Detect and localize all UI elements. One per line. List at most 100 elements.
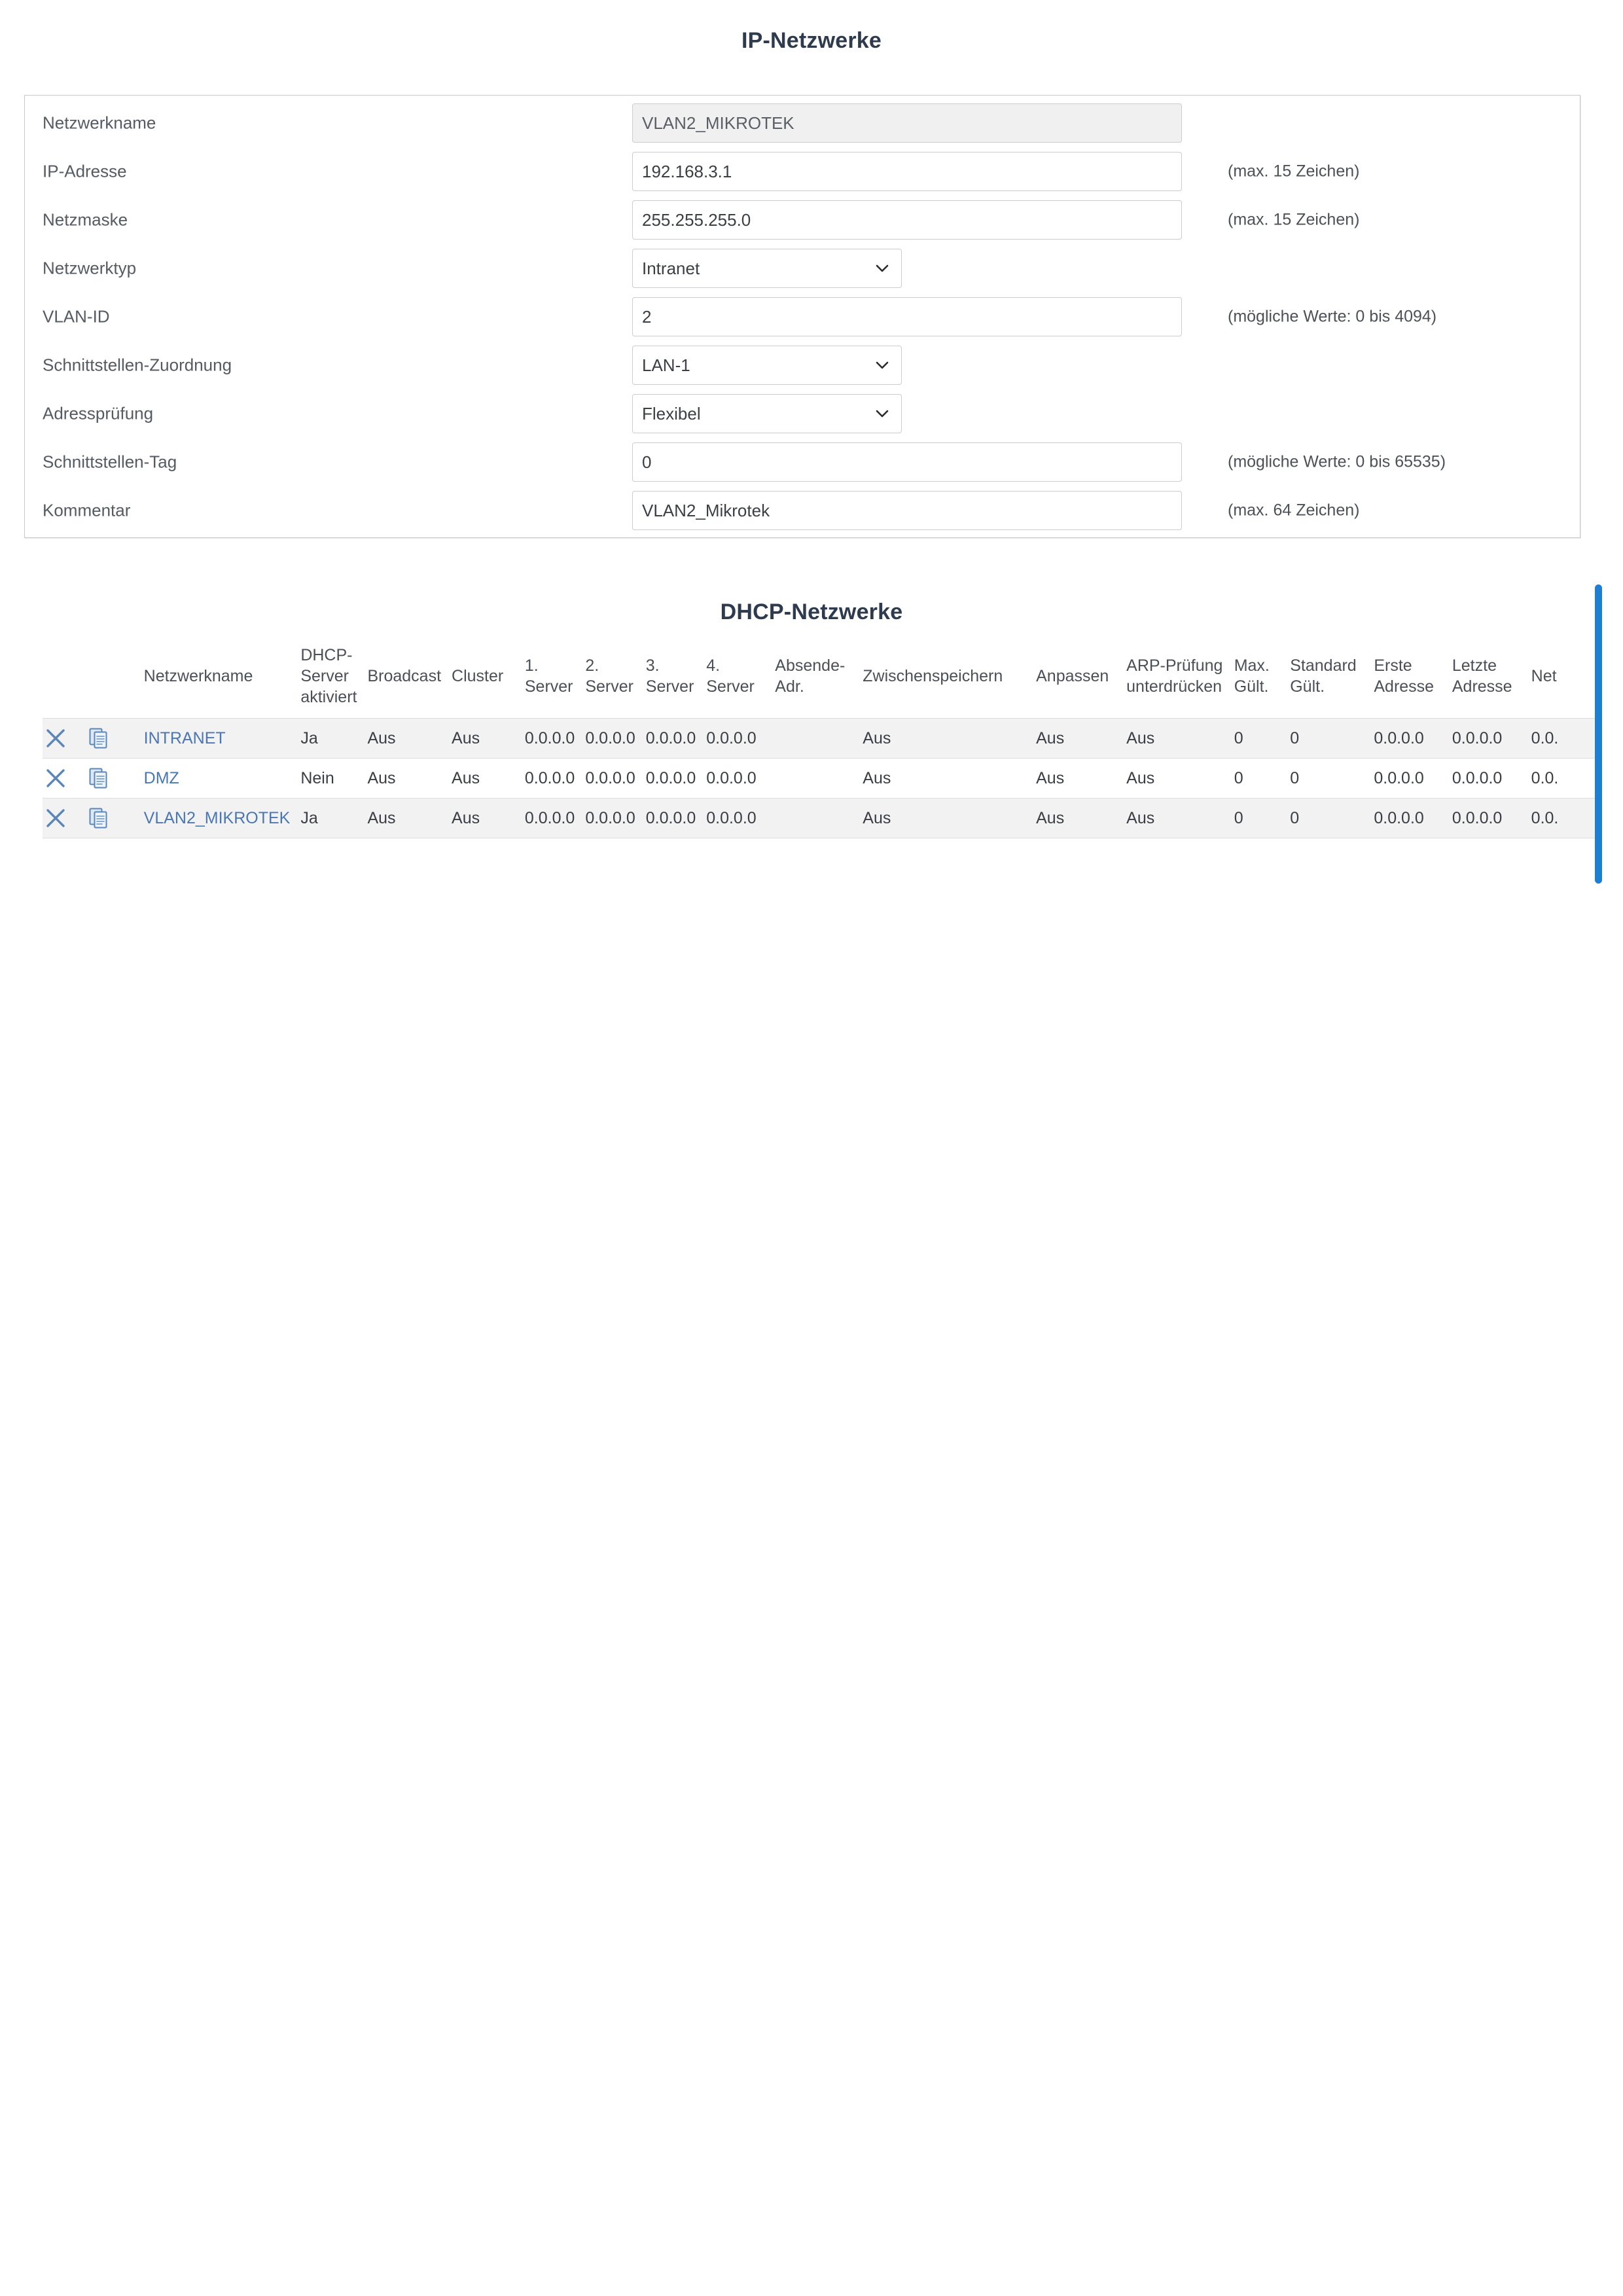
network-name-link[interactable]: DMZ <box>144 769 179 787</box>
field-label: Kommentar <box>43 500 131 520</box>
field-label: Schnittstellen-Zuordnung <box>43 355 232 375</box>
field-control-wrapper: VLAN2_MIKROTEK <box>632 103 1182 143</box>
table-row[interactable]: INTRANET Ja Aus Aus 0.0.0.0 0.0.0.0 0.0.0.0 0.0… <box>43 718 1602 759</box>
close-x-icon[interactable] <box>43 765 69 791</box>
cell-max_valid: 0 <box>1234 808 1243 827</box>
col-header-srv1: 1. Server <box>525 645 585 719</box>
col-header-line: Netzwerkname <box>143 667 253 685</box>
col-header-cache: Zwischenspeichern <box>863 645 1036 719</box>
col-header-first_addr: Erste Adresse <box>1374 645 1452 719</box>
delete-row-button[interactable] <box>43 759 85 798</box>
col-header-netmask: Net <box>1531 645 1602 719</box>
col-header-sender: Absende- Adr. <box>775 645 863 719</box>
chevron-down-icon <box>875 406 889 421</box>
cell-first_addr: 0.0.0.0 <box>1374 728 1424 747</box>
col-header-line: DHCP- <box>300 646 353 664</box>
dhcp-table-body: INTRANET Ja Aus Aus 0.0.0.0 0.0.0.0 0.0.0.0 0.0… <box>43 718 1602 838</box>
dhcp-table-header: Netzwerkname DHCP- Server aktiviert Broadcas… <box>43 645 1602 719</box>
cell-srv3: 0.0.0.0 <box>645 768 696 787</box>
vertical-scrollbar[interactable] <box>1595 584 1602 884</box>
cell-name[interactable]: INTRANET <box>130 719 301 759</box>
netzmaske-input[interactable]: 255.255.255.0 <box>632 200 1182 240</box>
field-label: Netzwerktyp <box>43 258 137 278</box>
duplicate-row-button[interactable] <box>85 719 130 759</box>
copy-duplicate-icon[interactable] <box>85 725 111 751</box>
table-row[interactable]: VLAN2_MIKROTEK Ja Aus Aus 0.0.0.0 0.0.0.0 0.0.… <box>43 798 1602 838</box>
duplicate-row-button[interactable] <box>85 759 130 798</box>
field-control-wrapper: Intranet <box>632 249 902 288</box>
adresspr-fung-select[interactable]: Flexibel <box>632 394 902 433</box>
form-row-netzwerktyp: Netzwerktyp Intranet <box>25 244 1580 293</box>
dhcp-networks-table: Netzwerkname DHCP- Server aktiviert Broadcas… <box>43 645 1602 838</box>
col-header-copy-action <box>85 645 130 719</box>
col-header-srv3: 3. Server <box>646 645 706 719</box>
col-header-srv2: 2. Server <box>585 645 645 719</box>
duplicate-row-button[interactable] <box>85 798 130 838</box>
col-header-line: Broadcast <box>367 667 442 685</box>
cell-broadcast: Aus <box>367 808 396 827</box>
col-header-line: Gült. <box>1290 677 1325 696</box>
copy-duplicate-icon[interactable] <box>85 805 111 831</box>
kommentar-input[interactable]: VLAN2_Mikrotek <box>632 491 1182 530</box>
field-control-wrapper: 192.168.3.1 <box>632 152 1182 191</box>
delete-row-button[interactable] <box>43 719 85 759</box>
schnittstellen-tag-input[interactable]: 0 <box>632 442 1182 482</box>
field-label: Schnittstellen-Tag <box>43 452 177 472</box>
field-control-wrapper: VLAN2_Mikrotek <box>632 491 1182 530</box>
form-row-schnittstellen-zuordnung: Schnittstellen-Zuordnung LAN-1 <box>25 341 1580 389</box>
select-value: Intranet <box>642 259 700 278</box>
cell-cache: Aus <box>863 768 891 787</box>
ip-adresse-input[interactable]: 192.168.3.1 <box>632 152 1182 191</box>
col-header-line: 1. <box>524 656 539 675</box>
dhcp-table-scroll-viewport[interactable]: Netzwerkname DHCP- Server aktiviert Broadcas… <box>0 645 1602 870</box>
cell-name[interactable]: DMZ <box>130 759 301 798</box>
col-header-line: Anpassen <box>1036 667 1109 685</box>
field-label: VLAN-ID <box>43 306 110 327</box>
cell-max_valid: 0 <box>1234 768 1243 787</box>
cell-first_addr: 0.0.0.0 <box>1374 808 1424 827</box>
cell-arp: Aus <box>1126 768 1155 787</box>
col-header-adapt: Anpassen <box>1036 645 1126 719</box>
network-name-link[interactable]: VLAN2_MIKROTEK <box>144 809 291 827</box>
cell-netmask: 0.0. <box>1531 768 1559 787</box>
field-control-wrapper: 2 <box>632 297 1182 336</box>
form-row-netzwerkname: Netzwerkname VLAN2_MIKROTEK <box>25 99 1580 147</box>
form-row-kommentar: Kommentar VLAN2_Mikrotek (max. 64 Zeichen) <box>25 486 1580 535</box>
netzwerktyp-select[interactable]: Intranet <box>632 249 902 288</box>
cell-srv2: 0.0.0.0 <box>585 728 635 747</box>
col-header-line: unterdrücken <box>1126 677 1222 696</box>
col-header-line: Standard <box>1290 656 1357 675</box>
cell-srv4: 0.0.0.0 <box>706 808 757 827</box>
delete-row-button[interactable] <box>43 798 85 838</box>
table-row[interactable]: DMZ Nein Aus Aus 0.0.0.0 0.0.0.0 0.0.0.0 0.0.0.… <box>43 758 1602 798</box>
cell-srv1: 0.0.0.0 <box>524 728 575 747</box>
cell-adapt: Aus <box>1036 728 1065 747</box>
netzwerkname-input: VLAN2_MIKROTEK <box>632 103 1182 143</box>
col-header-line: 3. <box>645 656 660 675</box>
form-row-ip-adresse: IP-Adresse 192.168.3.1 (max. 15 Zeichen) <box>25 147 1580 196</box>
network-name-link[interactable]: INTRANET <box>144 729 226 747</box>
col-header-std_valid: Standard Gült. <box>1290 645 1374 719</box>
cell-sender <box>775 719 863 759</box>
cell-dhcp_on: Ja <box>300 808 318 827</box>
cell-cache: Aus <box>863 728 891 747</box>
cell-name[interactable]: VLAN2_MIKROTEK <box>130 798 301 838</box>
copy-duplicate-icon[interactable] <box>85 765 111 791</box>
col-header-line: Server <box>585 677 633 696</box>
cell-sender <box>775 759 863 798</box>
col-header-line: Absende- <box>775 656 846 675</box>
col-header-delete-action <box>43 645 85 719</box>
close-x-icon[interactable] <box>43 805 69 831</box>
col-header-line: Erste <box>1374 656 1412 675</box>
schnittstellen-zuordnung-select[interactable]: LAN-1 <box>632 346 902 385</box>
cell-srv3: 0.0.0.0 <box>645 808 696 827</box>
cell-srv2: 0.0.0.0 <box>585 768 635 787</box>
cell-last_addr: 0.0.0.0 <box>1452 768 1503 787</box>
col-header-line: Net <box>1531 667 1557 685</box>
vlan-id-input[interactable]: 2 <box>632 297 1182 336</box>
field-label: IP-Adresse <box>43 161 127 181</box>
cell-std_valid: 0 <box>1290 808 1300 827</box>
close-x-icon[interactable] <box>43 725 69 751</box>
col-header-line: 2. <box>585 656 599 675</box>
col-header-line: Zwischenspeichern <box>863 667 1003 685</box>
